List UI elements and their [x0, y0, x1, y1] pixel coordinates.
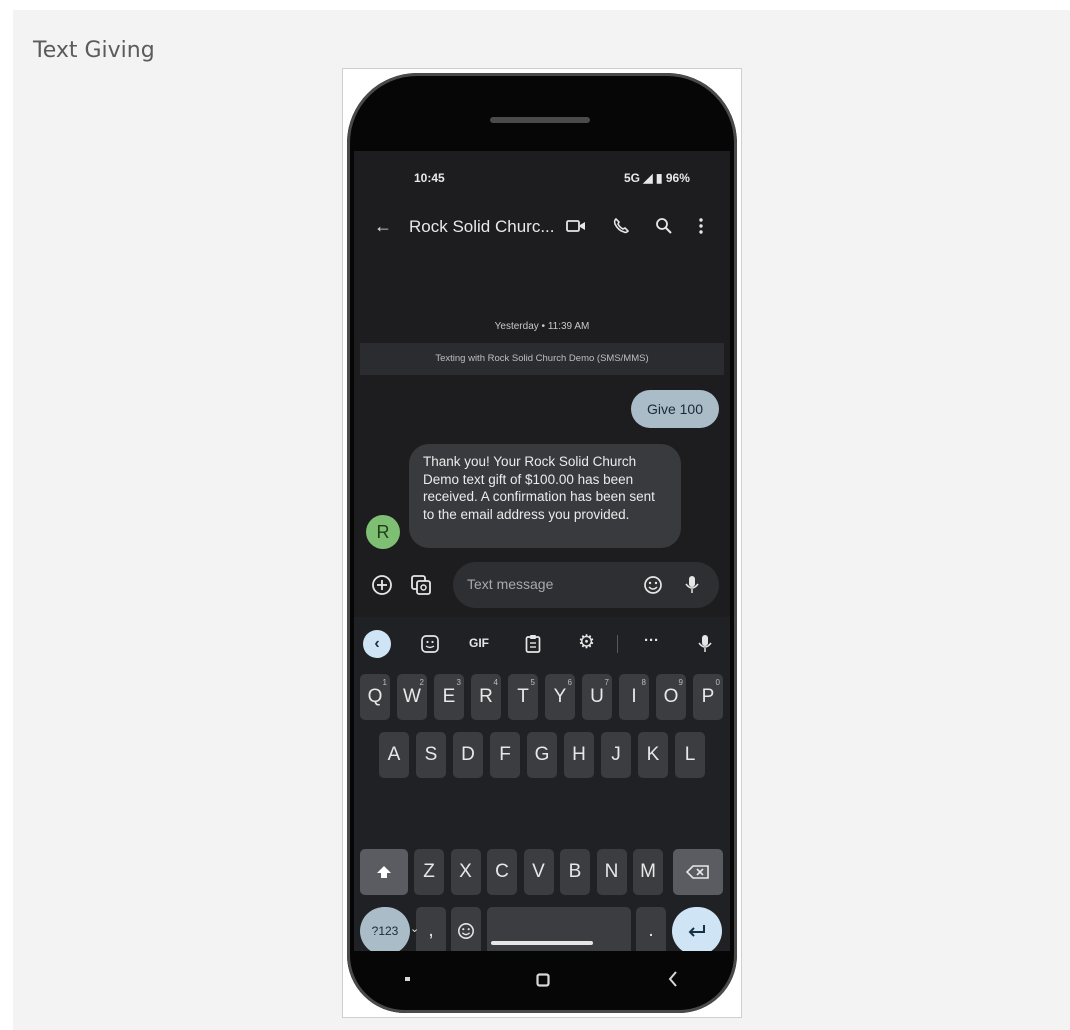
gallery-icon[interactable] — [410, 574, 432, 600]
video-call-icon[interactable] — [566, 218, 586, 238]
phone-icon[interactable] — [612, 217, 630, 239]
key-letter: U — [590, 686, 604, 707]
key-c[interactable]: C — [487, 849, 517, 895]
speaker-grille — [490, 117, 590, 123]
conversation-title[interactable]: Rock Solid Churc... — [409, 217, 555, 237]
sms-info-banner: Texting with Rock Solid Church Demo (SMS… — [360, 343, 724, 375]
arrow-left-icon[interactable]: ← — [374, 217, 392, 235]
key-number-hint: 9 — [678, 678, 683, 687]
message-date-label: Yesterday • 11:39 AM — [494, 321, 590, 332]
home-icon[interactable] — [536, 973, 550, 992]
status-time: 10:45 — [414, 171, 445, 185]
key-letter: E — [442, 686, 456, 707]
collapse-toolbar-icon[interactable]: ‹ — [363, 630, 391, 658]
emoji-icon[interactable] — [643, 575, 663, 599]
key-letter: R — [479, 686, 493, 707]
key-g[interactable]: G — [527, 732, 557, 778]
recents-icon[interactable] — [405, 977, 410, 981]
key-number-hint: 1 — [382, 678, 387, 687]
key-a[interactable]: A — [379, 732, 409, 778]
key-y[interactable]: Y6 — [545, 674, 575, 720]
key-x[interactable]: X — [450, 849, 481, 895]
key-l[interactable]: L — [675, 732, 705, 778]
key-n[interactable]: N — [596, 849, 627, 895]
key-t[interactable]: T5 — [508, 674, 538, 720]
key-number-hint: 6 — [567, 678, 572, 687]
system-navigation-bar — [347, 953, 737, 1013]
key-u[interactable]: U7 — [582, 674, 612, 720]
key-letter: I — [631, 686, 637, 707]
voice-input-icon[interactable] — [698, 634, 712, 658]
key-letter: Q — [367, 686, 383, 707]
on-screen-keyboard: ‹ GIF ⚙ ··· Q1W2E3R4T5Y6U7I8O9P0 A S D F… — [354, 617, 730, 951]
key-d[interactable]: D — [453, 732, 483, 778]
key-number-hint: 8 — [641, 678, 646, 687]
period-key[interactable]: . — [636, 907, 666, 951]
symbols-key[interactable]: ?123 — [360, 907, 410, 951]
key-q[interactable]: Q1 — [360, 674, 390, 720]
sticker-icon[interactable] — [420, 634, 440, 658]
search-icon[interactable] — [655, 217, 673, 239]
enter-key[interactable] — [672, 907, 722, 951]
key-b[interactable]: B — [560, 849, 590, 895]
content-panel: Text Giving 10:45 5G ◢ ▮ 96% ← Rock Soli… — [13, 10, 1070, 1030]
add-circle-icon[interactable] — [371, 574, 393, 600]
key-number-hint: 5 — [530, 678, 535, 687]
microphone-icon[interactable] — [685, 575, 699, 599]
key-k[interactable]: K — [638, 732, 668, 778]
sent-message-bubble[interactable]: Give 100 — [631, 390, 719, 428]
more-vert-icon[interactable] — [698, 217, 704, 239]
key-number-hint: 0 — [715, 678, 720, 687]
key-r[interactable]: R4 — [471, 674, 501, 720]
key-o[interactable]: O9 — [656, 674, 686, 720]
key-letter: O — [663, 686, 679, 707]
key-p[interactable]: P0 — [693, 674, 723, 720]
phone-body: 10:45 5G ◢ ▮ 96% ← Rock Solid Churc... Y… — [347, 73, 737, 1013]
key-z[interactable]: Z — [414, 849, 444, 895]
key-number-hint: 4 — [493, 678, 498, 687]
key-number-hint: 2 — [419, 678, 424, 687]
phone-screen: 10:45 5G ◢ ▮ 96% ← Rock Solid Churc... Y… — [354, 151, 730, 951]
page-title: Text Giving — [33, 38, 155, 63]
key-e[interactable]: E3 — [434, 674, 464, 720]
backspace-key[interactable] — [673, 849, 723, 895]
key-j[interactable]: J — [601, 732, 631, 778]
key-letter: W — [403, 686, 421, 707]
key-s[interactable]: S — [416, 732, 446, 778]
key-h[interactable]: H — [564, 732, 594, 778]
received-message-bubble[interactable]: Thank you! Your Rock Solid Church Demo t… — [409, 444, 681, 548]
emoji-key[interactable] — [451, 907, 481, 951]
status-indicators: 5G ◢ ▮ 96% — [624, 171, 690, 185]
key-letter: T — [517, 686, 529, 707]
key-letter: Y — [553, 686, 567, 707]
shift-key[interactable] — [360, 849, 408, 895]
hide-keyboard-icon[interactable]: ⌄ — [410, 924, 419, 935]
key-m[interactable]: M — [633, 849, 663, 895]
text-message-input[interactable]: Text message — [453, 562, 719, 608]
text-message-placeholder: Text message — [467, 576, 554, 592]
key-i[interactable]: I8 — [619, 674, 649, 720]
avatar[interactable]: R — [366, 515, 400, 549]
key-number-hint: 7 — [604, 678, 609, 687]
clipboard-icon[interactable] — [525, 634, 541, 658]
key-w[interactable]: W2 — [397, 674, 427, 720]
settings-gear-icon[interactable]: ⚙ — [578, 633, 595, 652]
back-nav-icon[interactable] — [668, 970, 678, 993]
toolbar-divider — [617, 635, 618, 653]
key-number-hint: 3 — [456, 678, 461, 687]
phone-screenshot-frame: 10:45 5G ◢ ▮ 96% ← Rock Solid Churc... Y… — [342, 68, 742, 1018]
key-f[interactable]: F — [490, 732, 520, 778]
more-options-icon[interactable]: ··· — [644, 633, 659, 648]
gif-button[interactable]: GIF — [469, 637, 489, 649]
key-v[interactable]: V — [523, 849, 554, 895]
key-letter: P — [701, 686, 715, 707]
gesture-handle[interactable] — [491, 941, 593, 945]
comma-key[interactable]: , — [416, 907, 446, 951]
